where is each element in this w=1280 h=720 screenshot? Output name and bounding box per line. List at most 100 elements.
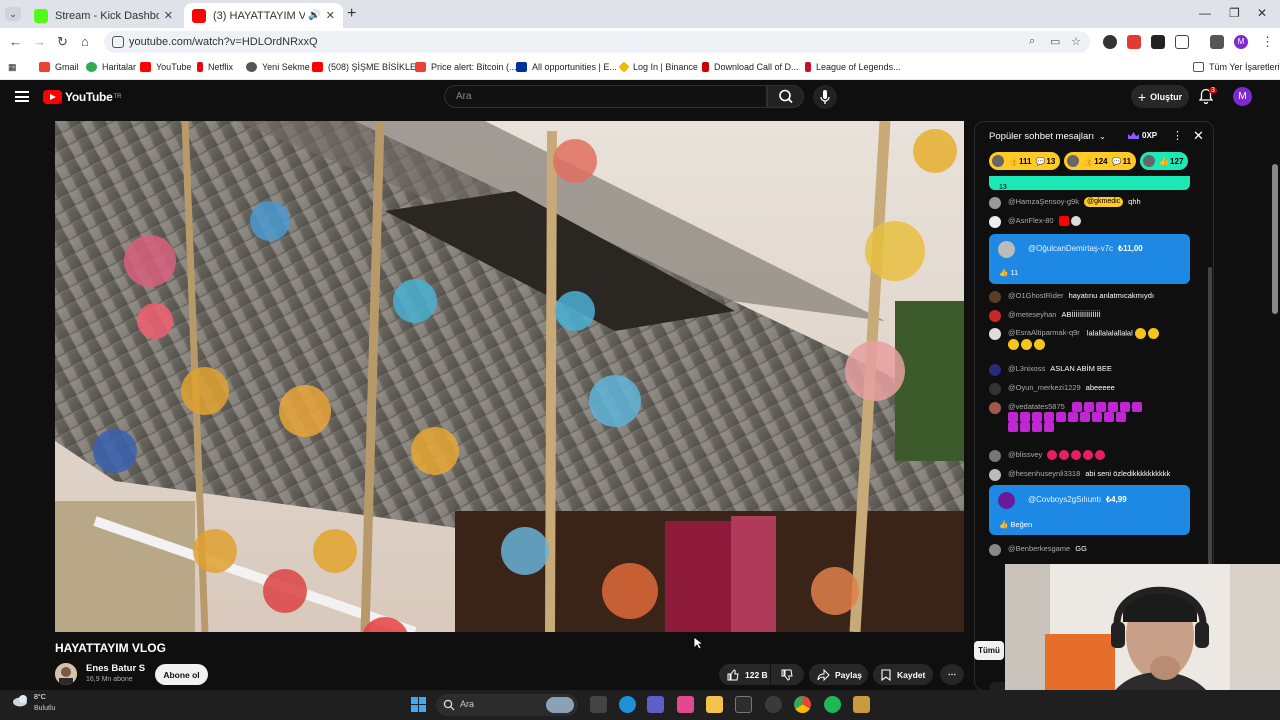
address-bar[interactable]: youtube.com/watch?v=HDLOrdNRxxQ ⌕ ▭ ☆ — [104, 31, 1090, 53]
tab-youtube-video[interactable]: (3) HAYATTAYIM VLOG - You 🔊 ✕ — [184, 3, 343, 28]
tab-kick-dashboard[interactable]: Stream - Kick Dashboard ✕ — [26, 3, 181, 28]
back-arrow-icon[interactable]: ← — [9, 34, 22, 49]
superchat-like[interactable]: 👍 11 — [999, 268, 1018, 277]
media-control-icon[interactable] — [1210, 35, 1224, 49]
menu-kebab-icon[interactable]: ⋮ — [1261, 34, 1274, 50]
purple-emoji-icon — [1092, 412, 1102, 423]
chat-mode-dropdown[interactable]: Popüler sohbet mesajları ⌄ — [989, 131, 1106, 142]
all-bookmarks[interactable]: Tüm Yer İşaretleri — [1193, 62, 1280, 72]
filter-chip-all[interactable]: Tümü — [974, 641, 1004, 660]
avatar — [998, 492, 1015, 509]
pinned-message-strip[interactable]: 13 — [989, 176, 1190, 191]
page-scrollbar[interactable] — [1272, 164, 1278, 314]
extension-icon[interactable] — [1103, 35, 1117, 49]
new-tab-button[interactable]: + — [347, 5, 356, 23]
video-frame-image — [55, 121, 964, 632]
like-button[interactable]: 122 B — [719, 664, 770, 685]
xp-badge[interactable]: 0XP — [1128, 131, 1157, 140]
avatar — [989, 383, 1001, 395]
taskbar-search-input[interactable]: Ara — [436, 694, 578, 716]
close-window-button[interactable]: ✕ — [1257, 6, 1267, 20]
extension-icon[interactable] — [1151, 35, 1165, 49]
extension-icon[interactable] — [1127, 35, 1141, 49]
teams-icon[interactable] — [647, 696, 664, 713]
voice-search-button[interactable] — [813, 85, 837, 109]
bookmark-youtube[interactable]: YouTube — [140, 62, 191, 72]
home-icon[interactable]: ⌂ — [81, 34, 89, 49]
purple-emoji-icon — [1107, 402, 1118, 413]
avatar — [989, 469, 1001, 481]
microsoft-store-icon[interactable] — [735, 696, 752, 713]
cast-icon[interactable]: ▭ — [1050, 35, 1060, 48]
edge-browser-icon[interactable] — [619, 696, 636, 713]
minimize-button[interactable]: — — [1199, 6, 1211, 20]
subscribe-button[interactable]: Abone ol — [155, 664, 208, 685]
bookmark-price-alert[interactable]: Price alert: Bitcoin (... — [415, 62, 517, 72]
chrome-icon[interactable] — [794, 696, 811, 713]
forward-arrow-icon[interactable]: → — [33, 34, 46, 49]
superchat-card[interactable]: @Covboys2gSılıuntı ₺4,99 👍 Beğen — [989, 485, 1190, 535]
chat-menu-icon[interactable]: ⋮ — [1172, 129, 1183, 142]
cloud-weather-icon[interactable] — [12, 693, 30, 707]
bookmark-call-of-duty[interactable]: Download Call of D... — [702, 62, 799, 72]
task-view-icon[interactable] — [590, 696, 607, 713]
chevron-down-icon: ⌄ — [1099, 132, 1106, 141]
close-tab-icon[interactable]: ✕ — [326, 9, 335, 22]
purple-emoji-icon — [1032, 412, 1042, 423]
search-input[interactable]: Ara — [444, 85, 767, 108]
dislike-button[interactable] — [771, 664, 804, 685]
chat-message: @vedatates5875 — [989, 402, 1189, 442]
pinned-chip[interactable]: 👍 111 💬 13 — [989, 152, 1061, 170]
reload-icon[interactable]: ↻ — [57, 34, 68, 50]
bookmark-netflix[interactable]: Netflix — [197, 62, 233, 72]
superchat-like[interactable]: 👍 Beğen — [999, 520, 1032, 529]
share-arrow-icon — [817, 668, 830, 681]
hamburger-menu-icon[interactable] — [15, 91, 29, 102]
bookmark-gmail[interactable]: Gmail — [39, 62, 79, 72]
bookmark-youtube-video[interactable]: (508) ŞİŞME BİSİKLE... — [312, 62, 424, 72]
start-windows-icon[interactable] — [410, 696, 427, 713]
bookmark-maps[interactable]: Haritalar — [86, 62, 136, 72]
bookmark-opportunities[interactable]: All opportunities | E... — [516, 62, 617, 72]
speaker-icon[interactable]: 🔊 — [308, 10, 320, 21]
bookmark-new-tab[interactable]: Yeni Sekme — [246, 62, 310, 72]
channel-avatar[interactable] — [55, 663, 77, 685]
save-button[interactable]: Kaydet — [873, 664, 933, 685]
spotify-icon[interactable] — [824, 696, 841, 713]
extensions-puzzle-icon[interactable] — [1175, 35, 1189, 49]
restore-button[interactable]: ❐ — [1229, 6, 1240, 20]
search-button[interactable] — [767, 85, 804, 108]
superchat-card[interactable]: @OğulcanDemirtaş-v7c ₺11,00 👍 11 — [989, 234, 1190, 284]
create-button[interactable]: + Oluştur — [1131, 85, 1189, 108]
site-info-icon[interactable] — [112, 36, 124, 48]
tab-search-button[interactable]: ⌄ — [5, 7, 21, 21]
close-tab-icon[interactable]: ✕ — [164, 9, 173, 22]
bookmarks-bar: ▦ Gmail Haritalar YouTube Netflix Yeni S… — [0, 56, 1280, 80]
address-url: youtube.com/watch?v=HDLOrdNRxxQ — [129, 36, 318, 48]
copilot-icon[interactable] — [677, 696, 694, 713]
file-explorer-icon[interactable] — [706, 696, 723, 713]
zoom-icon[interactable]: ⌕ — [1029, 35, 1035, 48]
avatar — [989, 402, 1001, 414]
close-chat-icon[interactable]: ✕ — [1193, 128, 1204, 144]
channel-avatar-image — [55, 663, 77, 685]
share-button[interactable]: Paylaş — [809, 664, 868, 685]
bookmark-league-of-legends[interactable]: League of Legends... — [805, 62, 901, 72]
bookmark-binance[interactable]: Log In | Binance — [618, 61, 698, 73]
pinned-chip[interactable]: 👍 127 — [1140, 152, 1189, 170]
more-actions-button[interactable]: ⋯ — [940, 664, 964, 685]
whatsapp-icon[interactable] — [765, 696, 782, 713]
pinned-chip[interactable]: 👍 124 💬 11 — [1064, 152, 1137, 170]
pinned-polls-row: 👍 111 💬 13 👍 124 💬 11 👍 127 — [989, 152, 1192, 170]
video-player[interactable] — [55, 121, 964, 632]
profile-avatar[interactable]: M — [1234, 35, 1248, 49]
hand-emoji-icon — [1083, 450, 1094, 460]
account-avatar[interactable]: M — [1233, 87, 1252, 106]
hand-emoji-icon — [1059, 450, 1070, 460]
youtube-logo[interactable]: YouTube TR — [43, 90, 121, 104]
video-title: HAYATTAYIM VLOG — [55, 641, 166, 655]
channel-name[interactable]: Enes Batur S — [86, 663, 145, 674]
apps-grid-icon[interactable]: ▦ — [8, 62, 17, 73]
league-client-icon[interactable] — [853, 696, 870, 713]
bookmark-star-icon[interactable]: ☆ — [1071, 35, 1081, 48]
